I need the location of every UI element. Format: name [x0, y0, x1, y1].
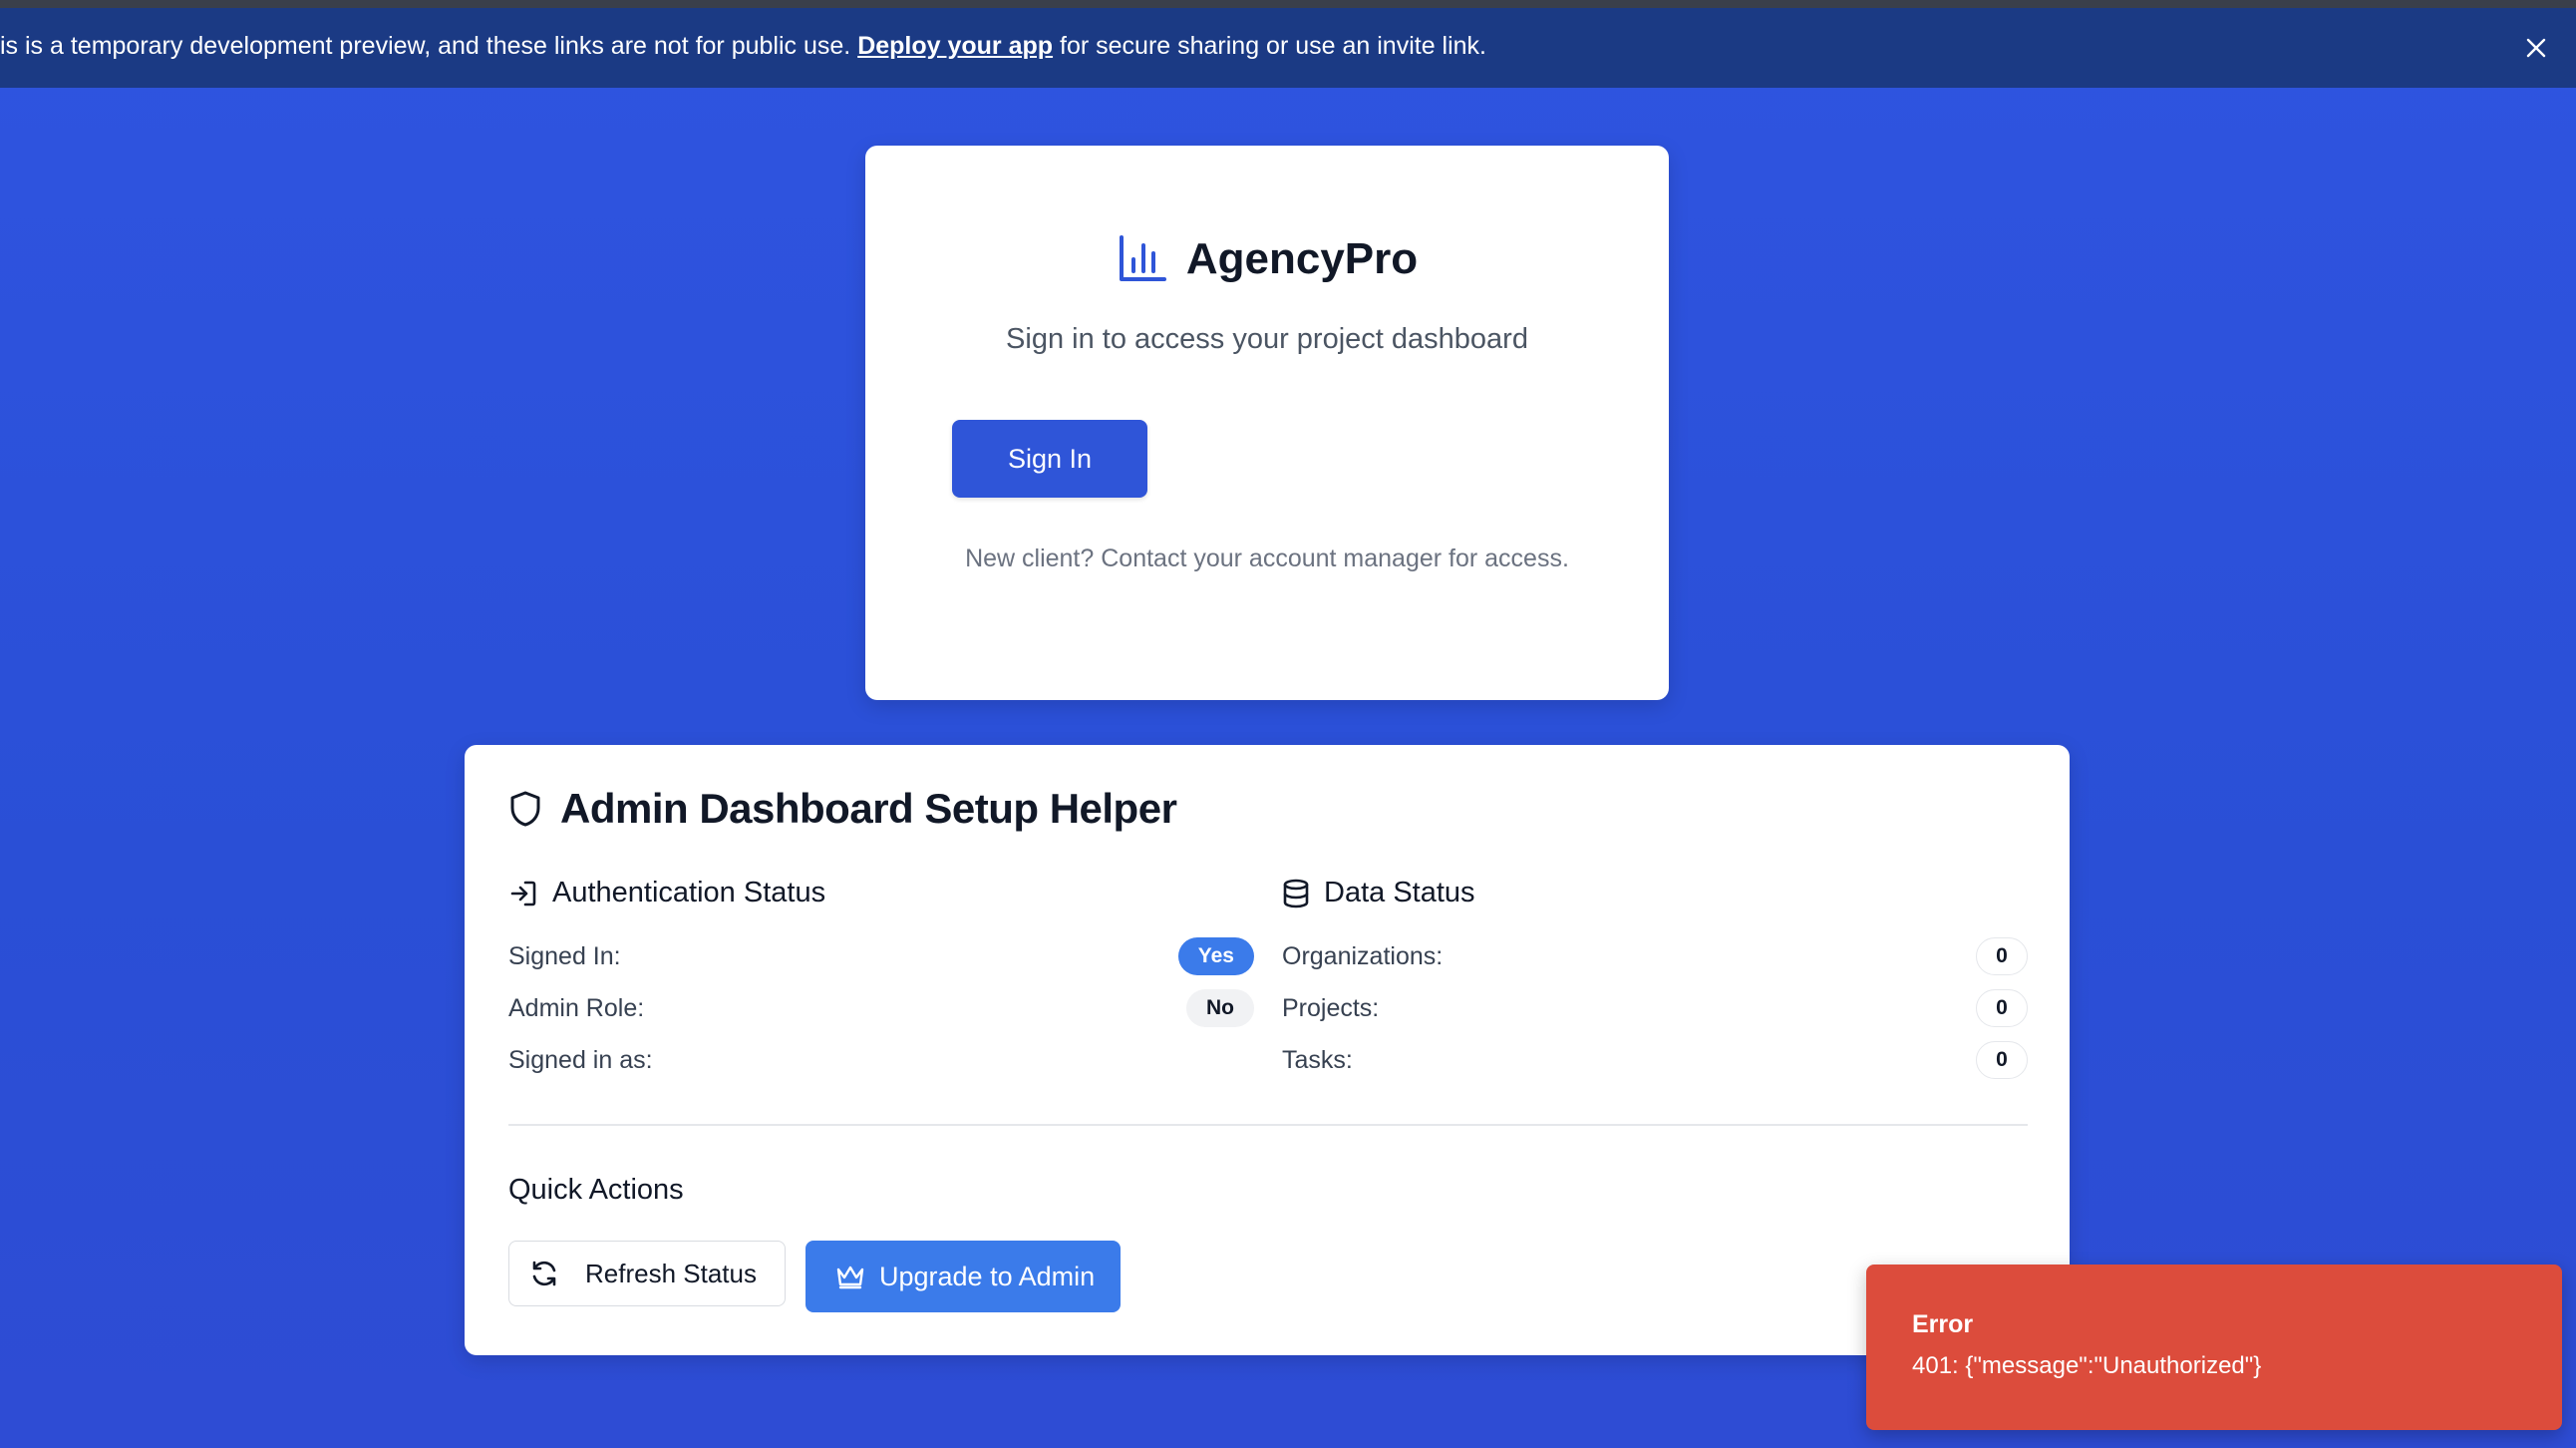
- auth-status-heading-text: Authentication Status: [552, 877, 826, 908]
- admin-title-text: Admin Dashboard Setup Helper: [560, 785, 1177, 832]
- refresh-status-label: Refresh Status: [585, 1258, 757, 1288]
- data-row-organizations: Organizations: 0: [1282, 936, 2028, 976]
- organizations-label: Organizations:: [1282, 941, 1444, 970]
- admin-setup-card: Admin Dashboard Setup Helper Authenticat…: [465, 745, 2070, 1355]
- window-top-strip: [0, 0, 2576, 8]
- close-icon: [2526, 38, 2546, 58]
- data-row-tasks: Tasks: 0: [1282, 1040, 2028, 1080]
- error-toast[interactable]: Error 401: {"message":"Unauthorized"}: [1866, 1265, 2562, 1430]
- auth-row-signed-in: Signed In: Yes: [508, 936, 1254, 976]
- brand: AgencyPro: [865, 233, 1669, 285]
- shield-icon: [510, 791, 540, 827]
- projects-count: 0: [1976, 989, 2028, 1027]
- banner-message: is is a temporary development preview, a…: [0, 32, 1486, 61]
- signed-in-badge: Yes: [1177, 937, 1254, 975]
- refresh-status-button[interactable]: Refresh Status: [508, 1241, 786, 1306]
- brand-name: AgencyPro: [1185, 234, 1419, 283]
- tasks-label: Tasks:: [1282, 1045, 1353, 1074]
- banner-text-after: for secure sharing or use an invite link…: [1060, 32, 1487, 60]
- organizations-count: 0: [1976, 937, 2028, 975]
- sign-in-button[interactable]: Sign In: [952, 420, 1147, 498]
- signed-in-label: Signed In:: [508, 941, 621, 970]
- refresh-icon: [532, 1261, 556, 1286]
- signin-card: AgencyPro Sign in to access your project…: [865, 146, 1669, 700]
- new-client-text: New client? Contact your account manager…: [965, 544, 1569, 572]
- auth-row-admin-role: Admin Role: No: [508, 988, 1254, 1028]
- signin-tagline: Sign in to access your project dashboard: [1006, 323, 1528, 355]
- tasks-count: 0: [1976, 1041, 2028, 1079]
- admin-role-label: Admin Role:: [508, 993, 645, 1022]
- database-icon: [1283, 879, 1309, 907]
- banner-close-button[interactable]: [2518, 30, 2554, 66]
- quick-actions-title: Quick Actions: [508, 1174, 684, 1206]
- admin-role-badge: No: [1186, 989, 1254, 1027]
- sign-in-icon: [510, 881, 536, 905]
- auth-status-heading: Authentication Status: [508, 877, 825, 909]
- banner-text-before: is is a temporary development preview, a…: [0, 32, 851, 60]
- upgrade-to-admin-label: Upgrade to Admin: [879, 1261, 1096, 1291]
- projects-label: Projects:: [1282, 993, 1380, 1022]
- data-status-heading-text: Data Status: [1324, 877, 1475, 908]
- section-divider: [508, 1124, 2028, 1126]
- bar-chart-icon: [1119, 235, 1166, 281]
- deploy-app-link[interactable]: Deploy your app: [857, 32, 1053, 60]
- admin-title: Admin Dashboard Setup Helper: [508, 785, 1177, 833]
- auth-row-signed-in-as: Signed in as:: [508, 1040, 1254, 1080]
- preview-banner: is is a temporary development preview, a…: [0, 8, 2576, 88]
- crown-icon: [836, 1266, 864, 1289]
- error-toast-message: 401: {"message":"Unauthorized"}: [1912, 1352, 2262, 1379]
- data-row-projects: Projects: 0: [1282, 988, 2028, 1028]
- error-toast-title: Error: [1912, 1310, 1974, 1338]
- signed-in-as-label: Signed in as:: [508, 1045, 653, 1074]
- data-status-heading: Data Status: [1282, 877, 1475, 909]
- upgrade-to-admin-button[interactable]: Upgrade to Admin: [805, 1241, 1121, 1312]
